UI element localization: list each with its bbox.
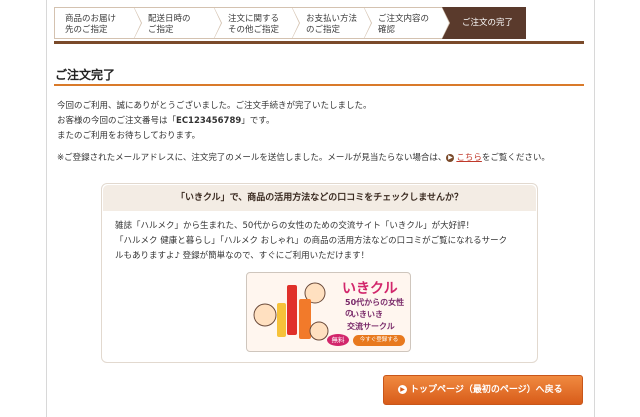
thanks-message: 今回のご利用、誠にありがとうございました。ご注文手続きが完了いたしました。 <box>57 101 372 111</box>
title-divider <box>54 84 584 86</box>
step-label: 商品のお届け 先のご指定 <box>65 14 117 35</box>
banner-illustration <box>253 282 329 341</box>
steps-underline <box>54 41 584 44</box>
step-label: 注文に関する その他ご指定 <box>228 14 280 35</box>
step-confirm: ご注文内容の 確認 <box>364 7 450 39</box>
step-order-options: 注文に関する その他ご指定 <box>214 7 300 39</box>
mail-note: ※ご登録されたメールアドレスに、注文完了のメールを送信しました。メールが見当たら… <box>57 153 550 163</box>
ikikuru-logo: いきクル <box>342 281 398 297</box>
step-label: お支払い方法 のご指定 <box>306 14 358 35</box>
promo-heading: 「いきクル」で、商品の活用方法などの口コミをチェックしませんか？ <box>103 185 536 211</box>
step-delivery-date: 配送日時の ご指定 <box>134 7 222 39</box>
arrow-right-icon: ▶ <box>446 153 455 162</box>
step-delivery-address: 商品のお届け 先のご指定 <box>54 7 142 39</box>
step-complete: ご注文の完了 <box>442 7 526 39</box>
step-label: ご注文内容の 確認 <box>378 14 430 35</box>
page-title: ご注文完了 <box>55 68 116 82</box>
closing-message: またのご利用をお待ちしております。 <box>57 131 201 141</box>
step-payment: お支払い方法 のご指定 <box>292 7 372 39</box>
order-number: EC123456789 <box>176 116 242 126</box>
ikikuru-banner[interactable]: いきクル 50代からの女性の いきいき 交流サークル 無料 今すぐ登録する <box>246 272 411 352</box>
order-number-message: お客様の今回のご注文番号は「EC123456789」です。 <box>57 116 275 126</box>
promo-text: 雑誌「ハルメク」から生まれた、50代からの女性のための交流サイト「いきクル」が大… <box>115 221 508 261</box>
register-now-button[interactable]: 今すぐ登録する <box>353 335 405 346</box>
step-label: ご注文の完了 <box>462 18 514 28</box>
mail-help-link[interactable]: こちら <box>456 153 482 163</box>
ikikuru-promo: 「いきクル」で、商品の活用方法などの口コミをチェックしませんか？ 雑誌「ハルメク… <box>101 183 538 363</box>
step-label: 配送日時の ご指定 <box>148 14 191 35</box>
back-to-top-button[interactable]: ▶ トップページ（最初のページ）へ戻る <box>383 375 583 405</box>
arrow-right-icon: ▶ <box>398 385 407 394</box>
free-badge: 無料 <box>327 334 349 346</box>
